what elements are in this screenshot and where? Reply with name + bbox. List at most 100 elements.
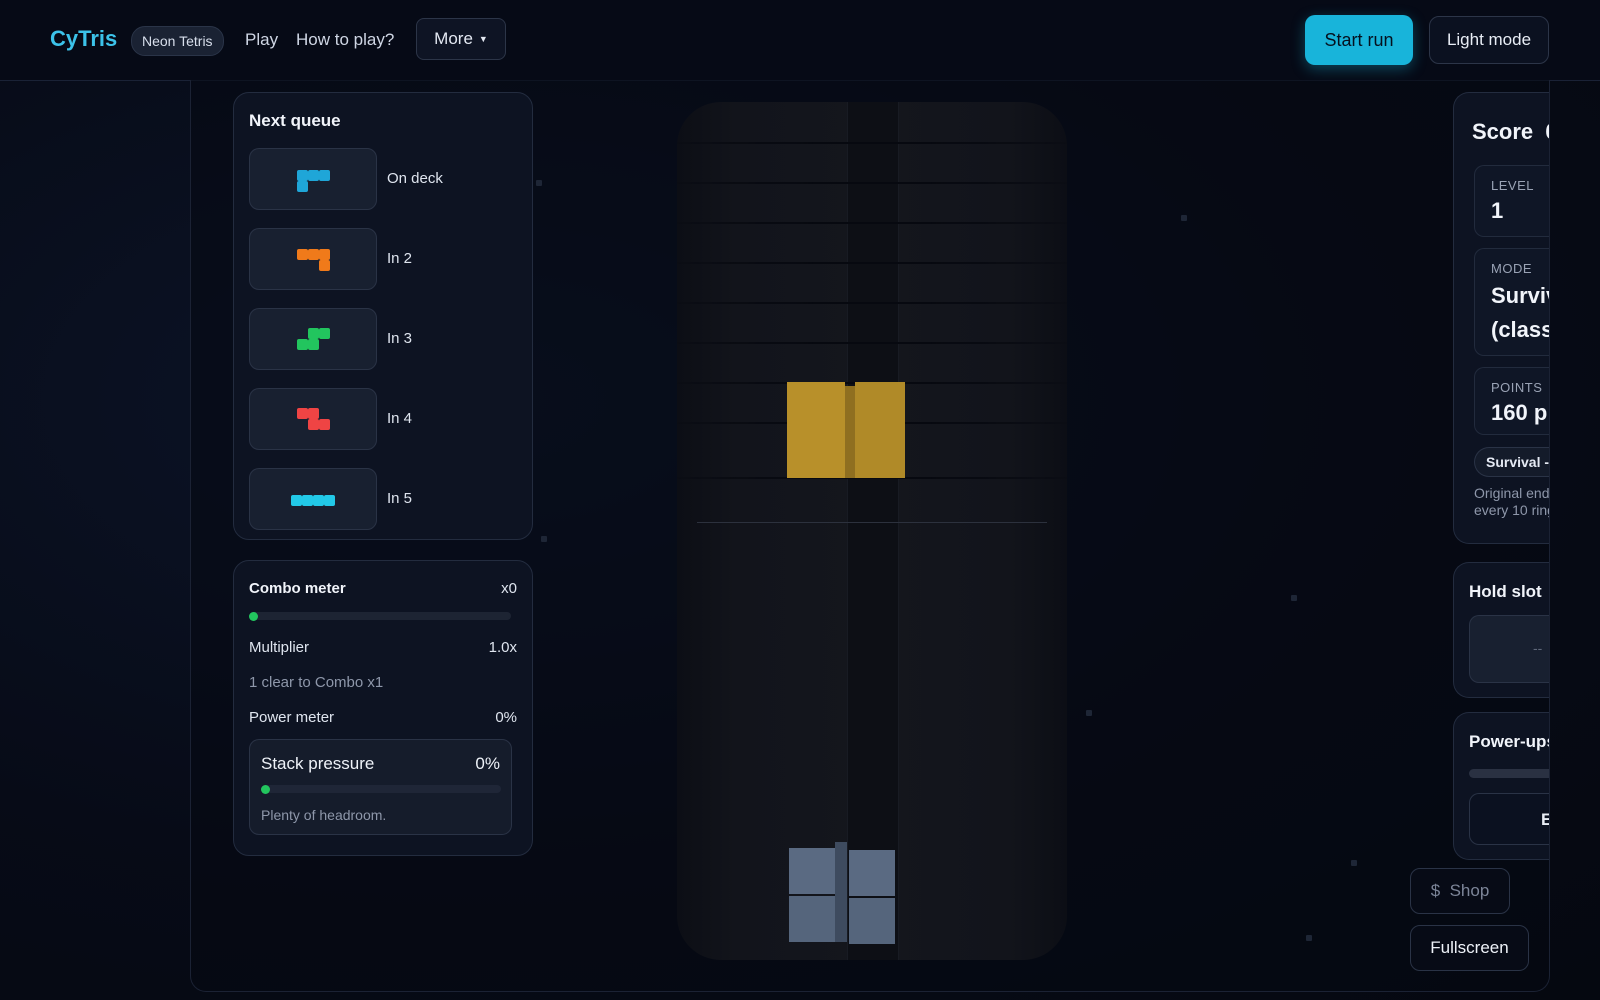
hold-slot-empty: -- bbox=[1533, 640, 1543, 656]
queue-slot-4 bbox=[249, 388, 377, 450]
piece-cell bbox=[297, 181, 308, 192]
score-value: 6 bbox=[1545, 119, 1549, 144]
queue-label-3: In 3 bbox=[387, 330, 413, 347]
piece-cell bbox=[308, 339, 319, 350]
level-card: LEVEL 1 bbox=[1474, 165, 1549, 237]
stack-block bbox=[789, 848, 835, 894]
tetris-cylinder-well[interactable] bbox=[677, 102, 1067, 960]
ring-divider bbox=[697, 522, 1047, 523]
stack-pressure-box: Stack pressure 0% Plenty of headroom. bbox=[249, 739, 512, 835]
power-ups-title: Power-ups bbox=[1469, 732, 1550, 751]
more-label: More bbox=[434, 29, 473, 48]
piece-cell bbox=[297, 408, 308, 419]
combo-progress-dot bbox=[249, 611, 258, 621]
top-nav: CyTris Neon Tetris Play How to play? Mor… bbox=[0, 0, 1600, 81]
hold-slot-box[interactable]: -- bbox=[1469, 615, 1549, 683]
nav-play-link[interactable]: Play bbox=[245, 30, 278, 50]
stack-pressure-label: Stack pressure bbox=[261, 754, 375, 773]
combo-value: x0 bbox=[501, 580, 517, 597]
ring-line bbox=[677, 302, 1067, 304]
piece-cell bbox=[297, 339, 308, 350]
piece-cell bbox=[319, 328, 330, 339]
next-queue-title: Next queue bbox=[249, 111, 341, 130]
stack-pressure-dot bbox=[261, 784, 270, 794]
combo-track bbox=[249, 611, 511, 621]
power-up-button[interactable]: E bbox=[1469, 793, 1549, 845]
piece-cell bbox=[308, 328, 319, 339]
piece-cell bbox=[308, 249, 319, 260]
mode-value-line1: Surviv bbox=[1491, 283, 1549, 308]
queue-label-1: On deck bbox=[387, 170, 443, 187]
piece-cell bbox=[302, 495, 313, 506]
piece-cell bbox=[308, 419, 319, 430]
piece-cell bbox=[319, 170, 330, 181]
piece-cell bbox=[297, 249, 308, 260]
mode-desc-line2: every 10 ring bbox=[1474, 502, 1550, 518]
points-value: 160 p bbox=[1491, 400, 1548, 425]
stack-pressure-track bbox=[261, 784, 501, 794]
fullscreen-button[interactable]: Fullscreen bbox=[1410, 925, 1529, 971]
hold-slot-panel: Hold slot -- bbox=[1453, 562, 1549, 698]
piece-cell bbox=[319, 260, 330, 271]
star bbox=[1291, 595, 1297, 601]
combo-meter-title: Combo meter bbox=[249, 580, 346, 597]
light-mode-toggle[interactable]: Light mode bbox=[1429, 16, 1549, 64]
ring-line bbox=[677, 262, 1067, 264]
stack-block bbox=[789, 896, 835, 942]
piece-cell bbox=[313, 495, 324, 506]
ring-line bbox=[677, 182, 1067, 184]
shop-label: $ Shop bbox=[1430, 881, 1490, 900]
points-card: POINTS 160 p bbox=[1474, 367, 1549, 435]
stack-block-side bbox=[835, 842, 847, 942]
star bbox=[1351, 860, 1357, 866]
power-up-button-label: E bbox=[1541, 810, 1549, 830]
falling-piece-side bbox=[845, 386, 855, 478]
multiplier-label: Multiplier bbox=[249, 639, 310, 656]
queue-slot-3 bbox=[249, 308, 377, 370]
piece-cell bbox=[308, 170, 319, 181]
queue-slot-5 bbox=[249, 468, 377, 530]
shop-button[interactable]: $ Shop bbox=[1410, 868, 1510, 914]
mode-desc-line1: Original endl bbox=[1474, 485, 1550, 501]
more-menu-button[interactable]: More ▼ bbox=[416, 18, 506, 60]
cylinder-center-column bbox=[847, 102, 899, 960]
piece-cell bbox=[319, 249, 330, 260]
power-meter-label: Power meter bbox=[249, 709, 335, 726]
score-label: Score bbox=[1472, 119, 1534, 144]
mode-value-line2: (classi bbox=[1491, 317, 1549, 342]
nav-how-to-play-link[interactable]: How to play? bbox=[296, 30, 394, 50]
start-run-button[interactable]: Start run bbox=[1305, 15, 1413, 65]
next-queue-panel: Next queue On deck In 2 In 3 In 4 In 5 bbox=[233, 92, 533, 540]
falling-piece-block bbox=[855, 382, 905, 478]
hold-slot-title: Hold slot bbox=[1469, 582, 1542, 601]
queue-label-2: In 2 bbox=[387, 250, 413, 267]
piece-cell bbox=[297, 170, 308, 181]
score-title: Score 6 bbox=[1472, 119, 1549, 145]
mode-chip[interactable]: Survival - bbox=[1474, 447, 1549, 477]
power-meter-value: 0% bbox=[495, 709, 517, 726]
star bbox=[1306, 935, 1312, 941]
star bbox=[1181, 215, 1187, 221]
piece-cell bbox=[324, 495, 335, 506]
queue-label-4: In 4 bbox=[387, 410, 413, 427]
piece-cell bbox=[308, 408, 319, 419]
stack-block bbox=[849, 850, 895, 896]
level-value: 1 bbox=[1491, 198, 1504, 223]
brand-badge: Neon Tetris bbox=[131, 26, 224, 56]
mode-card: MODE Surviv (classi bbox=[1474, 248, 1549, 356]
stack-block bbox=[849, 898, 895, 944]
stack-pressure-note: Plenty of headroom. bbox=[261, 807, 387, 823]
combo-meter-panel: Combo meter x0 Multiplier 1.0x 1 clear t… bbox=[233, 560, 533, 856]
star bbox=[536, 180, 542, 186]
ring-line bbox=[677, 342, 1067, 344]
queue-slot-2 bbox=[249, 228, 377, 290]
queue-label-5: In 5 bbox=[387, 490, 413, 507]
falling-piece-block bbox=[787, 382, 845, 478]
game-stage: Next queue On deck In 2 In 3 In 4 In 5 C… bbox=[190, 80, 1550, 992]
star bbox=[541, 536, 547, 542]
ring-line bbox=[677, 142, 1067, 144]
brand-logo[interactable]: CyTris bbox=[50, 26, 117, 52]
mode-label: MODE bbox=[1491, 261, 1532, 276]
multiplier-value: 1.0x bbox=[488, 639, 517, 656]
piece-cell bbox=[319, 419, 330, 430]
